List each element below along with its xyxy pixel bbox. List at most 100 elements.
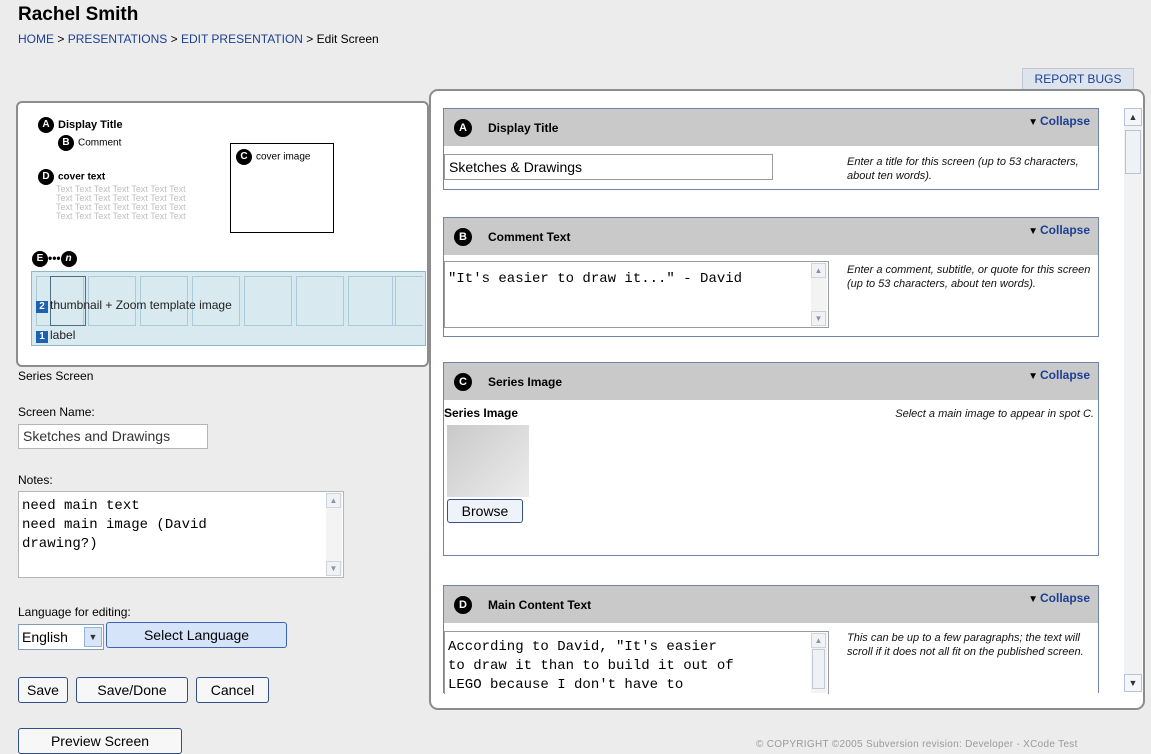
triangle-down-icon: ▼ — [1028, 371, 1038, 382]
section-title: Comment Text — [488, 230, 571, 244]
section-badge-c: C — [454, 373, 472, 391]
scroll-down-icon[interactable]: ▼ — [811, 311, 826, 326]
report-bugs-tab[interactable]: REPORT BUGS — [1022, 68, 1134, 89]
preview-badge-1: 1 — [36, 331, 48, 343]
section-title: Display Title — [488, 121, 559, 135]
preview-cover-image-label: cover image — [256, 151, 311, 163]
screen-type-label: Series Screen — [18, 369, 94, 383]
scroll-thumb[interactable] — [812, 649, 825, 689]
comment-scrollbar[interactable]: ▲ ▼ — [811, 263, 827, 326]
preview-cover-text: Dcover text — [38, 169, 105, 185]
language-select-value: English — [22, 629, 68, 645]
preview-screen-button[interactable]: Preview Screen — [18, 728, 182, 754]
preview-thumbnail: 2 thumbnail + Zoom template image — [36, 298, 232, 313]
collapse-toggle[interactable]: ▼ Collapse — [1028, 223, 1090, 237]
breadcrumb-separator: > — [167, 32, 181, 46]
triangle-down-icon: ▼ — [1028, 117, 1038, 128]
browse-button[interactable]: Browse — [447, 499, 523, 523]
collapse-label: Collapse — [1039, 114, 1090, 128]
save-done-button[interactable]: Save/Done — [76, 677, 188, 703]
save-button[interactable]: Save — [18, 677, 68, 703]
cancel-button[interactable]: Cancel — [196, 677, 269, 703]
triangle-down-icon: ▼ — [1028, 594, 1038, 605]
scroll-up-icon[interactable]: ▲ — [1124, 108, 1142, 126]
preview-thumbnail-range: E ••• n — [32, 251, 77, 267]
notes-label: Notes: — [18, 473, 53, 487]
preview-badge-2: 2 — [36, 301, 48, 313]
section-header: B Comment Text ▼ Collapse — [444, 218, 1098, 255]
editor-scrollbar[interactable]: ▲ ▼ — [1124, 108, 1142, 692]
section-header: A Display Title ▼ Collapse — [444, 109, 1098, 146]
preview-comment: B Comment — [58, 135, 121, 151]
breadcrumb-separator: > — [54, 32, 68, 46]
user-name: Rachel Smith — [18, 4, 139, 25]
main-content-help: This can be up to a few paragraphs; the … — [847, 632, 1084, 658]
collapse-label: Collapse — [1039, 368, 1090, 382]
series-image-placeholder — [447, 425, 529, 497]
preview-filler-text: Text Text Text Text Text Text Text Text … — [56, 184, 186, 221]
preview-thumb-slot — [348, 276, 396, 326]
comment-help: Enter a comment, subtitle, or quote for … — [847, 264, 1091, 290]
breadcrumb-current: Edit Screen — [316, 32, 379, 46]
scroll-down-icon[interactable]: ▼ — [326, 561, 341, 576]
preview-comment-label: Comment — [78, 137, 122, 149]
comment-textarea[interactable]: "It's easier to draw it..." - David ▲ ▼ — [444, 261, 829, 328]
main-content-textarea[interactable]: According to David, "It's easier to draw… — [444, 631, 829, 694]
breadcrumb-home[interactable]: HOME — [18, 32, 54, 46]
preview-badge-d: D — [38, 169, 54, 185]
preview-thumb-slot — [392, 276, 423, 326]
scroll-thumb[interactable] — [1125, 130, 1141, 174]
preview-badge-b: B — [58, 135, 74, 151]
footer-copyright: © COPYRIGHT ©2005 Subversion revision: D… — [756, 739, 1078, 750]
section-header: C Series Image ▼ Collapse — [444, 363, 1098, 400]
screen-name-input[interactable]: Sketches and Drawings — [18, 424, 208, 449]
notes-scrollbar[interactable]: ▲ ▼ — [326, 493, 342, 576]
section-badge-a: A — [454, 119, 472, 137]
section-main-content-text: D Main Content Text ▼ Collapse According … — [443, 585, 1099, 694]
language-select[interactable]: English ▼ — [18, 624, 104, 650]
section-badge-b: B — [454, 228, 472, 246]
preview-range-dots: ••• — [48, 251, 61, 266]
scroll-down-icon[interactable]: ▼ — [1124, 674, 1142, 692]
collapse-label: Collapse — [1039, 591, 1090, 605]
collapse-label: Collapse — [1039, 223, 1090, 237]
preview-cover-image: Ccover image — [236, 149, 310, 165]
display-title-input[interactable]: Sketches & Drawings — [444, 154, 773, 180]
language-label: Language for editing: — [18, 605, 131, 619]
preview-badge-e: E — [32, 251, 48, 267]
section-title: Main Content Text — [488, 598, 592, 612]
preview-display-title-label: Display Title — [58, 118, 123, 131]
preview-badge-c: C — [236, 149, 252, 165]
breadcrumb-separator: > — [302, 32, 317, 46]
breadcrumb-edit-presentation[interactable]: EDIT PRESENTATION — [181, 32, 303, 46]
preview-badge-n: n — [60, 251, 77, 267]
main-content-text: According to David, "It's easier to draw… — [448, 639, 734, 693]
screen-name-label: Screen Name: — [18, 405, 95, 419]
triangle-down-icon: ▼ — [1028, 226, 1038, 237]
section-header: D Main Content Text ▼ Collapse — [444, 586, 1098, 623]
main-content-scrollbar[interactable]: ▲ — [811, 633, 827, 693]
scroll-up-icon[interactable]: ▲ — [326, 493, 341, 508]
collapse-toggle[interactable]: ▼ Collapse — [1028, 368, 1090, 382]
select-language-button[interactable]: Select Language — [106, 622, 287, 648]
chevron-down-icon[interactable]: ▼ — [84, 627, 102, 647]
preview-thumb-slot — [296, 276, 344, 326]
preview-display-title: A Display Title — [38, 117, 123, 133]
preview-cover-text-label: cover text — [58, 171, 106, 183]
preview-badge-a: A — [38, 117, 54, 133]
preview-thumbnail-label: thumbnail + Zoom template image — [50, 298, 232, 312]
template-preview: A Display Title B Comment Ccover image Dco… — [16, 101, 429, 367]
breadcrumb-presentations[interactable]: PRESENTATIONS — [68, 32, 168, 46]
notes-textarea[interactable]: need main text need main image (David dr… — [18, 491, 344, 578]
preview-label-text: label — [50, 328, 76, 342]
section-title: Series Image — [488, 375, 563, 389]
scroll-up-icon[interactable]: ▲ — [811, 263, 826, 278]
section-display-title: A Display Title ▼ Collapse Sketches & Dra… — [443, 108, 1099, 190]
collapse-toggle[interactable]: ▼ Collapse — [1028, 114, 1090, 128]
scroll-up-icon[interactable]: ▲ — [811, 633, 826, 648]
collapse-toggle[interactable]: ▼ Collapse — [1028, 591, 1090, 605]
section-comment-text: B Comment Text ▼ Collapse "It's easier to… — [443, 217, 1099, 337]
preview-thumb-slot — [244, 276, 292, 326]
display-title-help: Enter a title for this screen (up to 53 … — [847, 156, 1079, 182]
series-image-help: Select a main image to appear in spot C. — [895, 408, 1094, 420]
